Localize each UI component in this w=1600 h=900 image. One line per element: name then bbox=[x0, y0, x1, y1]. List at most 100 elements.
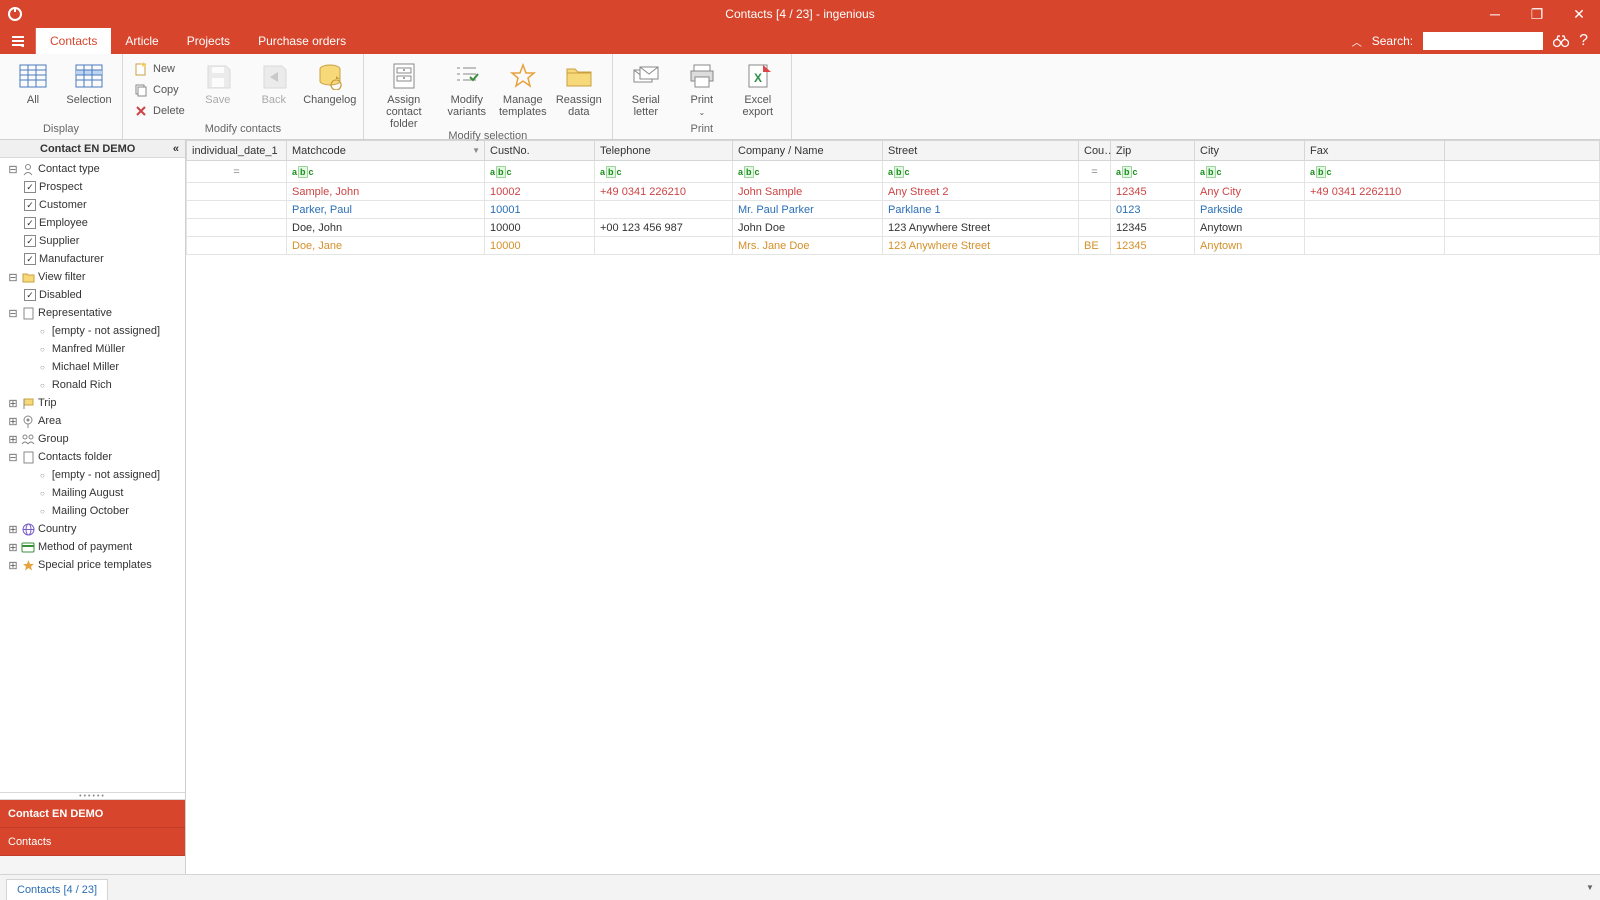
cell-city[interactable]: Any City bbox=[1195, 183, 1305, 201]
checkbox-icon[interactable] bbox=[24, 289, 36, 301]
filter-cell-city[interactable]: abc bbox=[1195, 161, 1305, 183]
print-button[interactable]: Print⌄ bbox=[677, 58, 727, 119]
table-row[interactable]: Parker, Paul10001 Mr. Paul ParkerParklane… bbox=[187, 201, 1600, 219]
changelog-button[interactable]: Changelog bbox=[305, 58, 355, 106]
col-header-custno[interactable]: CustNo. bbox=[485, 141, 595, 161]
tree-method-of-payment[interactable]: ⊞Method of payment bbox=[4, 538, 185, 556]
bottom-tab-menu-icon[interactable]: ▼ bbox=[1580, 875, 1600, 900]
menu-tab-contacts[interactable]: Contacts bbox=[36, 28, 111, 54]
cell-fax[interactable] bbox=[1305, 219, 1445, 237]
menu-icon[interactable] bbox=[0, 28, 36, 54]
cell-street[interactable]: 123 Anywhere Street bbox=[883, 237, 1079, 255]
cell-company[interactable]: Mr. Paul Parker bbox=[733, 201, 883, 219]
tree-contact-type-3[interactable]: Supplier bbox=[4, 232, 185, 250]
delete-button[interactable]: Delete bbox=[131, 102, 187, 120]
cell-fax[interactable] bbox=[1305, 237, 1445, 255]
cell-custno[interactable]: 10002 bbox=[485, 183, 595, 201]
cell-cou[interactable] bbox=[1079, 219, 1111, 237]
tree-contact-type-1[interactable]: Customer bbox=[4, 196, 185, 214]
tree-area[interactable]: ⊞Area bbox=[4, 412, 185, 430]
cell-street[interactable]: Parklane 1 bbox=[883, 201, 1079, 219]
checkbox-icon[interactable] bbox=[24, 253, 36, 265]
cell-custno[interactable]: 10000 bbox=[485, 219, 595, 237]
bottom-tab-contacts[interactable]: Contacts [4 / 23] bbox=[6, 879, 108, 900]
cell-city[interactable]: Parkside bbox=[1195, 201, 1305, 219]
back-button[interactable]: Back bbox=[249, 58, 299, 106]
cell-custno[interactable]: 10001 bbox=[485, 201, 595, 219]
cell-matchcode[interactable]: Sample, John bbox=[287, 183, 485, 201]
search-input[interactable] bbox=[1423, 32, 1543, 50]
col-header-zip[interactable]: Zip bbox=[1111, 141, 1195, 161]
table-row[interactable]: Doe, Jane10000Mrs. Jane Doe123 Anywhere … bbox=[187, 237, 1600, 255]
cell-individual_date_1[interactable] bbox=[187, 201, 287, 219]
tree-view-filter-0[interactable]: Disabled bbox=[4, 286, 185, 304]
filter-cell-telephone[interactable]: abc bbox=[595, 161, 733, 183]
tree-country[interactable]: ⊞Country bbox=[4, 520, 185, 538]
tree-trip[interactable]: ⊞Trip bbox=[4, 394, 185, 412]
cell-city[interactable]: Anytown bbox=[1195, 219, 1305, 237]
collapse-sidebar-icon[interactable]: « bbox=[173, 143, 179, 155]
dropdown-icon[interactable]: ▼ bbox=[472, 146, 480, 155]
cell-telephone[interactable] bbox=[595, 237, 733, 255]
checkbox-icon[interactable] bbox=[24, 181, 36, 193]
binoculars-icon[interactable] bbox=[1553, 34, 1569, 48]
tree-rep-1[interactable]: Manfred Müller bbox=[4, 340, 185, 358]
tree-contact-type-4[interactable]: Manufacturer bbox=[4, 250, 185, 268]
table-row[interactable]: Sample, John10002+49 0341 226210John Sam… bbox=[187, 183, 1600, 201]
col-header-fax[interactable]: Fax bbox=[1305, 141, 1445, 161]
tree-contact-type-0[interactable]: Prospect bbox=[4, 178, 185, 196]
sidebar-contacts-button[interactable]: Contacts bbox=[0, 828, 185, 856]
tree-rep-0[interactable]: [empty - not assigned] bbox=[4, 322, 185, 340]
checkbox-icon[interactable] bbox=[24, 235, 36, 247]
tree-rep-3[interactable]: Ronald Rich bbox=[4, 376, 185, 394]
cell-zip[interactable]: 0123 bbox=[1111, 201, 1195, 219]
cell-telephone[interactable]: +00 123 456 987 bbox=[595, 219, 733, 237]
cell-fax[interactable]: +49 0341 2262110 bbox=[1305, 183, 1445, 201]
tree-folder-1[interactable]: Mailing August bbox=[4, 484, 185, 502]
col-header-matchcode[interactable]: Matchcode▼ bbox=[287, 141, 485, 161]
save-button[interactable]: Save bbox=[193, 58, 243, 106]
tree-group[interactable]: ⊞Group bbox=[4, 430, 185, 448]
cell-cou[interactable]: BE bbox=[1079, 237, 1111, 255]
col-header-cou[interactable]: Cou… bbox=[1079, 141, 1111, 161]
sidebar-splitter[interactable]: •••••• bbox=[0, 792, 185, 800]
cell-zip[interactable]: 12345 bbox=[1111, 219, 1195, 237]
cell-company[interactable]: Mrs. Jane Doe bbox=[733, 237, 883, 255]
col-header-individual_date_1[interactable]: individual_date_1 bbox=[187, 141, 287, 161]
cell-telephone[interactable]: +49 0341 226210 bbox=[595, 183, 733, 201]
close-button[interactable]: ✕ bbox=[1558, 0, 1600, 28]
cell-cou[interactable] bbox=[1079, 201, 1111, 219]
col-header-city[interactable]: City bbox=[1195, 141, 1305, 161]
tree-contact-type-2[interactable]: Employee bbox=[4, 214, 185, 232]
cell-zip[interactable]: 12345 bbox=[1111, 237, 1195, 255]
filter-cell-fax[interactable]: abc bbox=[1305, 161, 1445, 183]
cell-company[interactable]: John Doe bbox=[733, 219, 883, 237]
cell-matchcode[interactable]: Doe, John bbox=[287, 219, 485, 237]
excel-export-button[interactable]: X Excel export bbox=[733, 58, 783, 118]
cell-individual_date_1[interactable] bbox=[187, 237, 287, 255]
filter-cell-zip[interactable]: abc bbox=[1111, 161, 1195, 183]
menu-tab-article[interactable]: Article bbox=[111, 28, 172, 54]
filter-cell-custno[interactable]: abc bbox=[485, 161, 595, 183]
copy-button[interactable]: Copy bbox=[131, 81, 187, 99]
tree-contacts-folder[interactable]: ⊟Contacts folder bbox=[4, 448, 185, 466]
manage-templates-button[interactable]: Manage templates bbox=[498, 58, 548, 118]
checkbox-icon[interactable] bbox=[24, 217, 36, 229]
menu-tab-projects[interactable]: Projects bbox=[173, 28, 244, 54]
table-row[interactable]: Doe, John10000+00 123 456 987John Doe 123… bbox=[187, 219, 1600, 237]
filter-cell-street[interactable]: abc bbox=[883, 161, 1079, 183]
maximize-button[interactable]: ❐ bbox=[1516, 0, 1558, 28]
ribbon-collapse-icon[interactable]: ︿ bbox=[1352, 34, 1362, 49]
tree-folder-0[interactable]: [empty - not assigned] bbox=[4, 466, 185, 484]
all-button[interactable]: All bbox=[8, 58, 58, 106]
cell-custno[interactable]: 10000 bbox=[485, 237, 595, 255]
col-header-telephone[interactable]: Telephone bbox=[595, 141, 733, 161]
tree-special-price-templates[interactable]: ⊞Special price templates bbox=[4, 556, 185, 574]
tree-folder-2[interactable]: Mailing October bbox=[4, 502, 185, 520]
menu-tab-purchase-orders[interactable]: Purchase orders bbox=[244, 28, 360, 54]
cell-matchcode[interactable]: Parker, Paul bbox=[287, 201, 485, 219]
minimize-button[interactable]: ─ bbox=[1474, 0, 1516, 28]
tree-view-filter[interactable]: ⊟View filter bbox=[4, 268, 185, 286]
cell-street[interactable]: Any Street 2 bbox=[883, 183, 1079, 201]
assign-folder-button[interactable]: Assign contact folder bbox=[372, 58, 436, 130]
